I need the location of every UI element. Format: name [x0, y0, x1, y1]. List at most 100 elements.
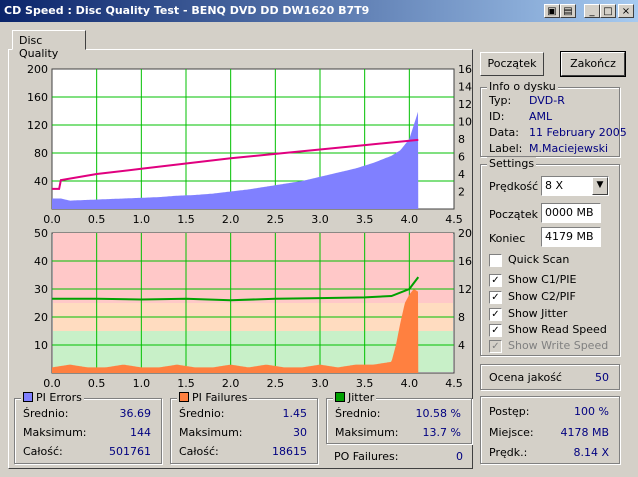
- jitter-title: Jitter: [348, 391, 375, 404]
- show-c1-checkbox[interactable]: ✓: [489, 274, 502, 287]
- window-title: CD Speed : Disc Quality Test - BENQ DVD …: [4, 4, 370, 17]
- quality-group: Ocena jakość 50: [480, 364, 620, 390]
- jitter-max-value: 13.7 %: [422, 426, 461, 439]
- info-icon[interactable]: ▤: [560, 4, 576, 18]
- pie-avg-value: 36.69: [119, 407, 152, 420]
- pif-avg-value: 1.45: [282, 407, 308, 420]
- pie-max-value: 144: [130, 426, 151, 439]
- pif-chart: 0.0 0.5 1.0 1.5 2.0 2.5 3.0 3.5 4.0 4.5 10 20 30 40 50…: [34, 227, 472, 390]
- id-value: AML: [529, 110, 553, 123]
- maximize-button[interactable]: □: [600, 4, 616, 18]
- y-right-tick-label: 14: [458, 81, 472, 94]
- progress-value: 100 %: [574, 405, 609, 418]
- date-value: 11 February 2005: [529, 126, 627, 139]
- pie-total-value: 501761: [109, 445, 151, 458]
- minimize-button[interactable]: _: [584, 4, 600, 18]
- start-button[interactable]: Początek: [480, 52, 544, 76]
- date-label: Data:: [489, 126, 519, 139]
- pi-errors-title-wrap: PI Errors: [21, 391, 84, 404]
- current-speed-label: Prędk.:: [489, 446, 528, 459]
- y-left-tick-label: 80: [34, 147, 48, 160]
- type-value: DVD-R: [529, 94, 565, 107]
- progress-group: Postęp: 100 % Miejsce: 4178 MB Prędk.: 8…: [480, 396, 620, 464]
- jitter-avg-label: Średnio:: [335, 407, 381, 420]
- progress-label: Postęp:: [489, 405, 530, 418]
- tab-label: Disc Quality: [19, 34, 59, 60]
- show-jitter-checkbox[interactable]: ✓: [489, 308, 502, 321]
- pif-band-red: [53, 233, 453, 303]
- disc-info-title: Info o dysku: [487, 80, 558, 93]
- y-right-tick-label: 12: [458, 283, 472, 296]
- x-tick-label: 1.5: [177, 377, 195, 390]
- speed-select-value: 8 X: [545, 179, 564, 192]
- settings-title: Settings: [487, 157, 537, 170]
- disc-info-group: Info o dysku Typ: DVD-R ID: AML Data: 11…: [480, 80, 627, 157]
- start-mb-label: Początek: [489, 208, 538, 221]
- jitter-avg-value: 10.58 %: [415, 407, 461, 420]
- pi-failures-title-wrap: PI Failures: [177, 391, 250, 404]
- y-right-tick-label: 16: [458, 63, 472, 76]
- title-bar: CD Speed : Disc Quality Test - BENQ DVD …: [0, 0, 638, 22]
- pi-errors-swatch: [23, 392, 33, 402]
- x-tick-label: 3.0: [311, 377, 329, 390]
- y-left-tick-label: 10: [34, 339, 48, 352]
- close-button[interactable]: ×: [618, 4, 634, 18]
- show-read-label: Show Read Speed: [508, 323, 607, 336]
- current-speed-value: 8.14 X: [573, 446, 609, 459]
- end-mb-label: Koniec: [489, 232, 526, 245]
- position-value: 4178 MB: [560, 426, 609, 439]
- quick-scan-checkbox[interactable]: [489, 254, 502, 267]
- restore-alt-button[interactable]: ▣: [544, 4, 560, 18]
- y-right-tick-label: 4: [458, 339, 465, 352]
- stop-button[interactable]: Zakończ: [560, 51, 626, 77]
- x-tick-label: 2.0: [222, 377, 240, 390]
- x-tick-label: 2.5: [267, 377, 285, 390]
- show-write-label: Show Write Speed: [508, 339, 609, 352]
- pi-errors-group: PI Errors Średnio: 36.69 Maksimum: 144 C…: [14, 391, 162, 464]
- y-left-tick-label: 200: [27, 63, 48, 76]
- y-right-tick-label: 2: [458, 186, 465, 199]
- pif-bands: [53, 233, 453, 372]
- x-tick-label: 3.5: [356, 377, 374, 390]
- end-mb-input[interactable]: 4179 MB: [541, 227, 601, 247]
- x-tick-label: 4.5: [445, 377, 463, 390]
- pie-total-label: Całość:: [23, 445, 63, 458]
- show-c2-checkbox[interactable]: ✓: [489, 291, 502, 304]
- quality-label: Ocena jakość: [489, 371, 562, 384]
- chevron-down-icon[interactable]: ▼: [592, 177, 608, 195]
- pif-max-label: Maksimum:: [179, 426, 243, 439]
- start-mb-input[interactable]: 0000 MB: [541, 203, 601, 223]
- y-right-tick-label: 20: [458, 227, 472, 240]
- pif-total-label: Całość:: [179, 445, 219, 458]
- x-tick-label: 0.5: [88, 377, 106, 390]
- position-label: Miejsce:: [489, 426, 534, 439]
- pie-chart: 0.0 0.5 1.0 1.5 2.0 2.5 3.0 3.5 4.0 4.54080120160…: [27, 63, 472, 226]
- show-jitter-label: Show Jitter: [508, 307, 568, 320]
- pi-errors-title: PI Errors: [36, 391, 82, 404]
- pie-max-label: Maksimum:: [23, 426, 87, 439]
- jitter-group: Jitter Średnio: 10.58 % Maksimum: 13.7 %: [326, 391, 472, 444]
- y-left-tick-label: 40: [34, 175, 48, 188]
- disc-label-value: M.Maciejewski: [529, 142, 609, 155]
- po-failures-label: PO Failures:: [334, 450, 399, 463]
- y-left-tick-label: 20: [34, 311, 48, 324]
- pie-avg-label: Średnio:: [23, 407, 69, 420]
- pi-failures-swatch: [179, 392, 189, 402]
- x-tick-label: 1.0: [133, 377, 151, 390]
- y-right-tick-label: 16: [458, 255, 472, 268]
- settings-group: Settings Prędkość 8 X ▼ Początek 0000 MB…: [480, 157, 620, 356]
- y-left-tick-label: 160: [27, 91, 48, 104]
- show-c2-label: Show C2/PIF: [508, 290, 576, 303]
- tab-disc-quality[interactable]: Disc Quality: [12, 30, 86, 60]
- show-write-checkbox: ✓: [489, 340, 502, 353]
- y-right-tick-label: 6: [458, 151, 465, 164]
- quick-scan-label: Quick Scan: [508, 253, 570, 266]
- y-left-tick-label: 120: [27, 119, 48, 132]
- y-right-tick-label: 12: [458, 98, 472, 111]
- show-read-checkbox[interactable]: ✓: [489, 324, 502, 337]
- pif-max-value: 30: [293, 426, 307, 439]
- disc-label-label: Label:: [489, 142, 523, 155]
- speed-select[interactable]: 8 X ▼: [541, 176, 609, 196]
- po-failures-value: 0: [456, 450, 463, 463]
- speed-label: Prędkość: [489, 180, 539, 193]
